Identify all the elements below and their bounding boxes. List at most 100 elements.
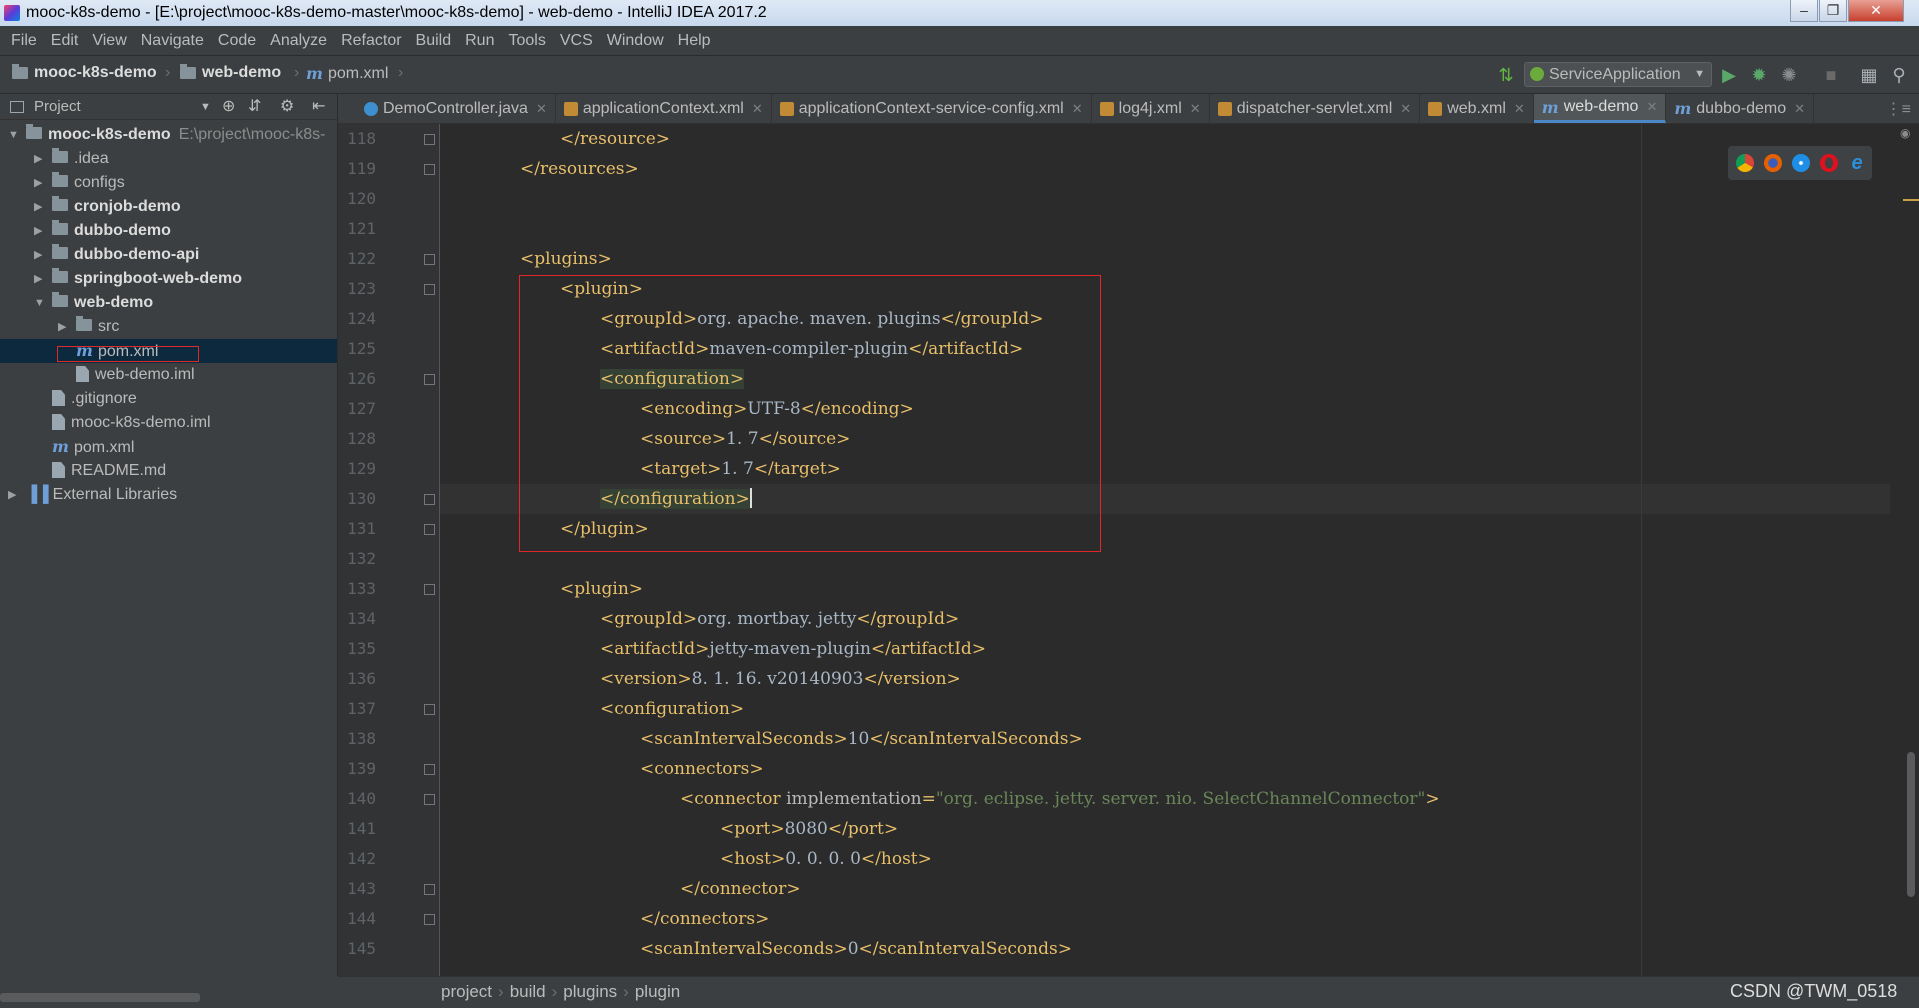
tab-dispatcher-servlet-xml[interactable]: dispatcher-servlet.xml ✕ [1210,94,1421,123]
eye-icon[interactable]: ◉ [1900,126,1910,140]
tree-item-configs[interactable]: ▶ configs [0,171,337,195]
tab-web-xml[interactable]: web.xml ✕ [1420,94,1534,123]
breadcrumb-file[interactable]: m pom.xml [306,64,388,83]
close-icon[interactable]: ✕ [1072,101,1083,117]
xml-breadcrumb-project[interactable]: project [441,982,492,1001]
tab-democontroller-java[interactable]: DemoController.java ✕ [356,94,556,123]
collapse-arrow-icon[interactable]: ▶ [8,483,20,507]
tree-item-external-libraries[interactable]: ▶ ▐▐ External Libraries [0,483,337,507]
fold-marker-icon[interactable] [424,374,435,385]
menu-vcs[interactable]: VCS [553,32,600,50]
tab-dubbo-demo[interactable]: m dubbo-demo ✕ [1666,94,1815,123]
menu-help[interactable]: Help [671,32,718,50]
opera-icon[interactable] [1820,154,1838,172]
run-icon[interactable]: ▶ [1719,65,1739,85]
fold-marker-icon[interactable] [424,284,435,295]
fold-marker-icon[interactable] [424,704,435,715]
tree-item-idea[interactable]: ▶ .idea [0,147,337,171]
fold-marker-icon[interactable] [424,884,435,895]
menu-tools[interactable]: Tools [501,32,552,50]
tree-item-web-demo-iml[interactable]: web-demo.iml [0,363,337,387]
tree-item-gitignore[interactable]: .gitignore [0,387,337,411]
horizontal-scrollbar[interactable] [0,993,200,1002]
menu-edit[interactable]: Edit [44,32,86,50]
menu-refactor[interactable]: Refactor [334,32,408,50]
menu-file[interactable]: File [4,32,44,50]
tab-log4j-xml[interactable]: log4j.xml ✕ [1092,94,1210,123]
collapse-arrow-icon[interactable]: ▶ [58,315,70,339]
collapse-arrow-icon[interactable]: ▶ [34,219,46,243]
tree-item-dubbo-demo[interactable]: ▶ dubbo-demo [0,219,337,243]
close-icon[interactable]: ✕ [752,101,763,117]
fold-marker-icon[interactable] [424,584,435,595]
vertical-scrollbar[interactable] [1907,752,1915,897]
tab-applicationcontext-xml[interactable]: applicationContext.xml ✕ [556,94,772,123]
fold-marker-icon[interactable] [424,764,435,775]
menu-view[interactable]: View [85,32,133,50]
menu-window[interactable]: Window [600,32,671,50]
coverage-icon[interactable]: ✺ [1779,65,1799,85]
close-icon[interactable]: ✕ [1794,101,1805,117]
xml-breadcrumb-plugins[interactable]: plugins [563,982,617,1001]
tree-item-pom-xml[interactable]: m pom.xml [0,435,337,459]
tree-item-web-demo[interactable]: ▼ web-demo [0,291,337,315]
menu-build[interactable]: Build [409,32,459,50]
collapse-arrow-icon[interactable]: ▶ [34,267,46,291]
close-icon[interactable]: ✕ [1400,101,1411,117]
maximize-button[interactable]: ❐ [1819,0,1847,22]
scroll-from-source-icon[interactable]: ⊕ [222,94,235,120]
chevron-down-icon[interactable]: ▼ [200,94,211,120]
expand-arrow-icon[interactable]: ▼ [34,291,46,315]
fold-marker-icon[interactable] [424,914,435,925]
firefox-icon[interactable] [1764,154,1782,172]
collapse-arrow-icon[interactable]: ▶ [34,147,46,171]
collapse-arrow-icon[interactable]: ▶ [34,171,46,195]
project-structure-icon[interactable]: ▦ [1859,65,1879,85]
vcs-update-icon[interactable]: ⇅ [1496,65,1516,85]
menu-code[interactable]: Code [211,32,263,50]
minimize-button[interactable]: – [1790,0,1818,22]
chrome-icon[interactable] [1736,154,1754,172]
project-view-selector[interactable]: Project [34,98,81,115]
tab-list-icon[interactable]: ⋮≡ [1878,94,1919,123]
tree-item-dubbo-demo-api[interactable]: ▶ dubbo-demo-api [0,243,337,267]
menu-analyze[interactable]: Analyze [263,32,334,50]
tree-item-src[interactable]: ▶ src [0,315,337,339]
close-button[interactable]: ✕ [1848,0,1904,22]
collapse-arrow-icon[interactable]: ▶ [34,243,46,267]
close-icon[interactable]: ✕ [1514,101,1525,117]
close-icon[interactable]: ✕ [1646,99,1657,115]
fold-marker-icon[interactable] [424,794,435,805]
settings-gear-icon[interactable]: ⚙ [280,94,294,120]
menu-run[interactable]: Run [458,32,501,50]
breadcrumb-project[interactable]: mooc-k8s-demo [12,64,157,82]
menu-navigate[interactable]: Navigate [134,32,211,50]
tree-item-readme-md[interactable]: README.md [0,459,337,483]
tree-item-mooc-k8s-demo-iml[interactable]: mooc-k8s-demo.iml [0,411,337,435]
close-icon[interactable]: ✕ [1190,101,1201,117]
breadcrumb-module[interactable]: web-demo [180,64,281,82]
tree-item-cronjob-demo[interactable]: ▶ cronjob-demo [0,195,337,219]
run-configuration-select[interactable]: ServiceApplication ▼ [1524,62,1712,87]
fold-marker-icon[interactable] [424,134,435,145]
xml-breadcrumb-build[interactable]: build [510,982,546,1001]
fold-marker-icon[interactable] [424,524,435,535]
collapse-all-icon[interactable]: ⇵ [248,94,261,120]
close-icon[interactable]: ✕ [536,101,547,117]
collapse-arrow-icon[interactable]: ▶ [34,195,46,219]
fold-marker-icon[interactable] [424,254,435,265]
fold-marker-icon[interactable] [424,164,435,175]
xml-breadcrumb-plugin[interactable]: plugin [635,982,680,1001]
tree-item-springboot-web-demo[interactable]: ▶ springboot-web-demo [0,267,337,291]
tree-item-mooc-k8s-demo[interactable]: ▼ mooc-k8s-demo E:\project\mooc-k8s- [0,123,337,147]
ie-icon[interactable]: e [1848,153,1866,173]
tab-applicationcontext-service-config-xml[interactable]: applicationContext-service-config.xml ✕ [772,94,1092,123]
debug-icon[interactable]: ✹ [1749,65,1769,85]
safari-icon[interactable] [1792,154,1810,172]
stop-icon[interactable]: ■ [1821,65,1841,85]
hide-panel-icon[interactable]: ⇤ [312,94,325,120]
fold-marker-icon[interactable] [424,494,435,505]
search-icon[interactable]: ⚲ [1889,65,1909,85]
expand-arrow-icon[interactable]: ▼ [8,123,20,147]
tab-web-demo[interactable]: m web-demo ✕ [1533,94,1667,123]
